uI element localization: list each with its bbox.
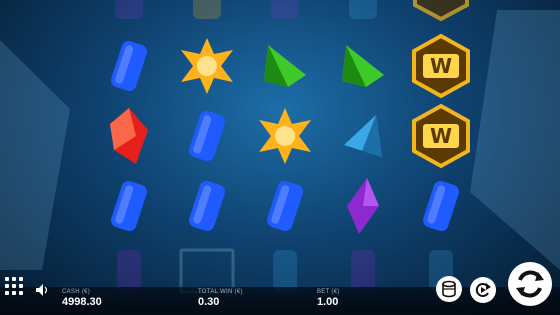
svg-text:W: W	[430, 54, 452, 78]
cash-label: CASH (€)	[62, 289, 91, 295]
speaker-icon[interactable]	[35, 283, 49, 297]
partial-symbol	[90, 0, 168, 32]
symbol-green-gem	[324, 30, 402, 102]
symbol-green-gem	[246, 30, 324, 102]
symbol-red-gem	[90, 100, 168, 172]
symbol-wild: W	[402, 30, 480, 102]
partial-wild-symbol	[402, 0, 480, 27]
svg-text:W: W	[430, 124, 452, 148]
partial-symbol	[324, 0, 402, 32]
autoplay-button[interactable]	[470, 277, 496, 303]
symbol-purple-gem	[324, 170, 402, 242]
total-win-label: TOTAL WIN (€)	[198, 289, 243, 295]
total-win-value: 0.30	[198, 296, 220, 308]
bet-value: 1.00	[317, 296, 339, 308]
background-crystal	[0, 40, 70, 270]
symbol-blue-gem	[402, 170, 480, 242]
cash-value: 4998.30	[62, 296, 102, 308]
partial-symbol	[246, 0, 324, 32]
spin-arrows-icon	[516, 270, 544, 298]
autoplay-icon	[475, 283, 491, 297]
total-win-display: TOTAL WIN (€) 0.30	[198, 289, 243, 308]
symbol-blue-gem	[168, 170, 246, 242]
bet-display[interactable]: BET (€) 1.00	[317, 289, 340, 308]
menu-grid-button[interactable]	[4, 276, 26, 298]
symbol-blue-gem	[246, 170, 324, 242]
coin-stack-button[interactable]	[436, 276, 462, 302]
coin-stack-icon	[442, 280, 456, 298]
symbol-wild: W	[402, 100, 480, 172]
background-crystal	[470, 10, 560, 270]
symbol-blue-gem	[90, 30, 168, 102]
symbol-blue-gem	[90, 170, 168, 242]
reel-grid: W W	[90, 0, 480, 294]
symbol-cyan-gem	[324, 100, 402, 172]
symbol-orange-star	[168, 30, 246, 102]
cash-display: CASH (€) 4998.30	[62, 289, 102, 308]
symbol-blue-gem	[168, 100, 246, 172]
partial-symbol	[168, 0, 246, 32]
spin-button[interactable]	[508, 262, 552, 306]
bet-label: BET (€)	[317, 289, 340, 295]
symbol-orange-star	[246, 100, 324, 172]
